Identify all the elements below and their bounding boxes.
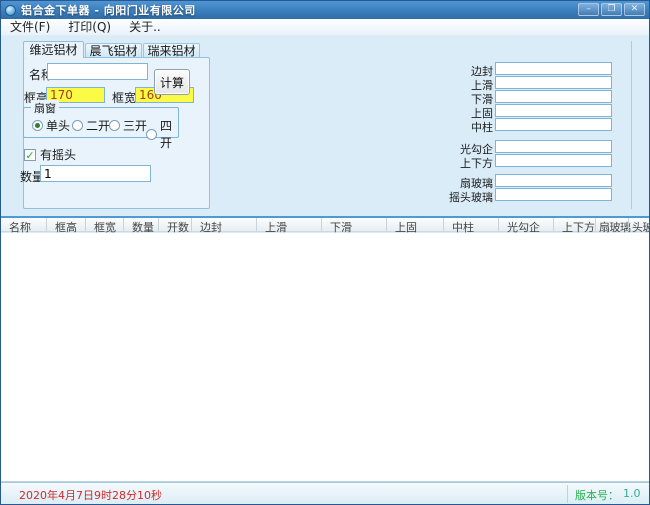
top-bottom-bar-label: 上下方 — [431, 155, 493, 171]
radio-single-head[interactable]: 单头 — [32, 117, 70, 134]
radio-label: 单头 — [46, 117, 70, 134]
results-table-body[interactable] — [1, 233, 649, 482]
center-column-label: 中柱 — [431, 119, 493, 135]
radio-icon — [109, 120, 120, 131]
close-icon[interactable]: ✕ — [624, 3, 645, 16]
menu-about[interactable]: 关于.. — [120, 19, 170, 36]
col-quantity[interactable]: 数量 — [123, 218, 158, 231]
name-input[interactable] — [47, 63, 148, 80]
status-datetime: 2020年4月7日9时28分10秒 — [19, 487, 162, 503]
radio-three-open[interactable]: 三开 — [109, 117, 147, 134]
radio-label: 二开 — [86, 117, 110, 134]
radio-four-open[interactable]: 四开 — [146, 117, 178, 151]
col-sash-glass[interactable]: 扇玻璃 — [595, 218, 628, 231]
tab-ruilai[interactable]: 瑞来铝材 — [143, 43, 200, 58]
col-head-glass[interactable]: 头玻璃 — [628, 218, 649, 231]
window-controls: – ❐ ✕ — [578, 3, 645, 16]
menu-bar: 文件(F) 打印(Q) 关于.. — [1, 19, 649, 36]
light-hook-field[interactable] — [495, 140, 612, 153]
center-column-field[interactable] — [495, 118, 612, 131]
app-icon — [5, 5, 16, 16]
status-separator — [567, 485, 568, 503]
col-top-slide[interactable]: 上滑 — [256, 218, 321, 231]
radio-label: 三开 — [123, 117, 147, 134]
radio-label: 四开 — [160, 117, 178, 151]
swing-head-label: 有摇头 — [40, 146, 76, 163]
col-open-count[interactable]: 开数 — [158, 218, 191, 231]
tab-weiyuan[interactable]: 维远铝材 — [23, 41, 84, 58]
minimize-icon[interactable]: – — [578, 3, 599, 16]
title-bar: 铝合金下单器 - 向阳门业有限公司 – ❐ ✕ — [1, 1, 649, 19]
radio-icon — [146, 129, 157, 140]
version-label: 版本号： — [575, 487, 619, 503]
quantity-input[interactable] — [40, 165, 151, 182]
sash-glass-field[interactable] — [495, 174, 612, 187]
panel-divider — [631, 41, 632, 209]
frame-width-label: 框宽 — [112, 89, 136, 106]
version-value: 1.0 — [623, 487, 641, 500]
bottom-slide-field[interactable] — [495, 90, 612, 103]
status-bar: 2020年4月7日9时28分10秒 版本号： 1.0 — [1, 482, 649, 504]
swing-glass-field[interactable] — [495, 188, 612, 201]
radio-selected-icon — [32, 120, 43, 131]
radio-two-open[interactable]: 二开 — [72, 117, 110, 134]
calc-button[interactable]: 计算 — [154, 69, 190, 95]
swing-glass-label: 摇头玻璃 — [431, 189, 493, 205]
fan-count-group-title: 扇窗 — [31, 100, 59, 116]
col-top-bottom-bar[interactable]: 上下方 — [553, 218, 595, 231]
fan-count-groupbox: 扇窗 单头 二开 三开 四开 — [23, 107, 179, 138]
menu-file[interactable]: 文件(F) — [1, 19, 59, 36]
col-edge-seal[interactable]: 边封 — [191, 218, 256, 231]
col-light-hook[interactable]: 光勾企 — [498, 218, 553, 231]
menu-print[interactable]: 打印(Q) — [59, 19, 120, 36]
maximize-icon[interactable]: ❐ — [601, 3, 622, 16]
top-bottom-bar-field[interactable] — [495, 154, 612, 167]
results-table-header: 名称 框高 框宽 数量 开数 边封 上滑 下滑 上固 中柱 光勾企 上下方 扇玻… — [1, 216, 649, 232]
top-slide-field[interactable] — [495, 76, 612, 89]
checkbox-checked-icon: ✓ — [24, 149, 36, 161]
app-window: 铝合金下单器 - 向阳门业有限公司 – ❐ ✕ 文件(F) 打印(Q) 关于..… — [0, 0, 650, 505]
tab-chenfei[interactable]: 晨飞铝材 — [85, 43, 142, 58]
col-frame-height[interactable]: 框高 — [46, 218, 85, 231]
col-center-column[interactable]: 中柱 — [443, 218, 498, 231]
window-title: 铝合金下单器 - 向阳门业有限公司 — [21, 2, 196, 18]
swing-head-checkbox[interactable]: ✓ 有摇头 — [24, 146, 76, 163]
radio-icon — [72, 120, 83, 131]
col-top-fixed[interactable]: 上固 — [386, 218, 443, 231]
col-name[interactable]: 名称 — [1, 218, 46, 231]
col-frame-width[interactable]: 框宽 — [85, 218, 123, 231]
edge-seal-field[interactable] — [495, 62, 612, 75]
top-fixed-field[interactable] — [495, 104, 612, 117]
col-bottom-slide[interactable]: 下滑 — [321, 218, 386, 231]
